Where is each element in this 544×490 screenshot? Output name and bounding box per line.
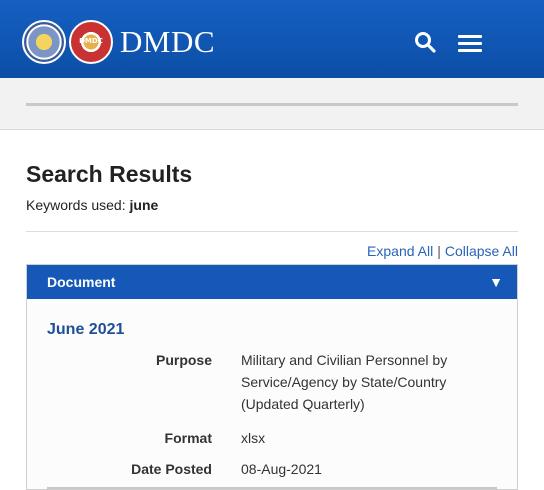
- expand-collapse-controls: Expand All | Collapse All: [0, 243, 518, 259]
- document-table: Document ▼ June 2021 Purpose Military an…: [26, 264, 518, 490]
- document-header-label: Document: [47, 274, 116, 290]
- dmdc-seal-logo[interactable]: DMDC: [69, 20, 113, 64]
- document-table-header[interactable]: Document ▼: [27, 265, 517, 299]
- dmdc-seal-text: DMDC: [79, 37, 103, 45]
- band-divider: [26, 103, 518, 106]
- brand-name[interactable]: DMDC: [120, 24, 215, 60]
- chevron-down-icon[interactable]: ▼: [489, 274, 503, 290]
- keywords-line: Keywords used: june: [26, 197, 158, 213]
- results-divider: [26, 231, 518, 232]
- site-header: DMDC DMDC: [0, 0, 544, 78]
- purpose-label: Purpose: [155, 352, 212, 368]
- keywords-label: Keywords used:: [26, 197, 126, 213]
- collapse-all-link[interactable]: Collapse All: [445, 243, 518, 259]
- link-separator: |: [437, 243, 441, 259]
- breadcrumb-band: [0, 78, 544, 130]
- date-posted-value: 08-Aug-2021: [241, 461, 322, 477]
- format-label: Format: [164, 430, 212, 446]
- dod-seal-logo[interactable]: [22, 20, 66, 64]
- page-title: Search Results: [26, 161, 193, 187]
- keywords-value: june: [129, 197, 159, 213]
- search-results-panel: Search Results Keywords used: june Expan…: [0, 131, 544, 490]
- hamburger-menu-icon[interactable]: [458, 35, 482, 53]
- format-value: xlsx: [241, 430, 266, 446]
- search-icon[interactable]: [414, 31, 436, 53]
- expand-all-link[interactable]: Expand All: [367, 243, 433, 259]
- date-posted-label: Date Posted: [131, 461, 212, 477]
- document-entry-title[interactable]: June 2021: [47, 321, 124, 339]
- entry-divider: [47, 487, 497, 489]
- purpose-value: Military and Civilian Personnel by Servi…: [241, 352, 448, 412]
